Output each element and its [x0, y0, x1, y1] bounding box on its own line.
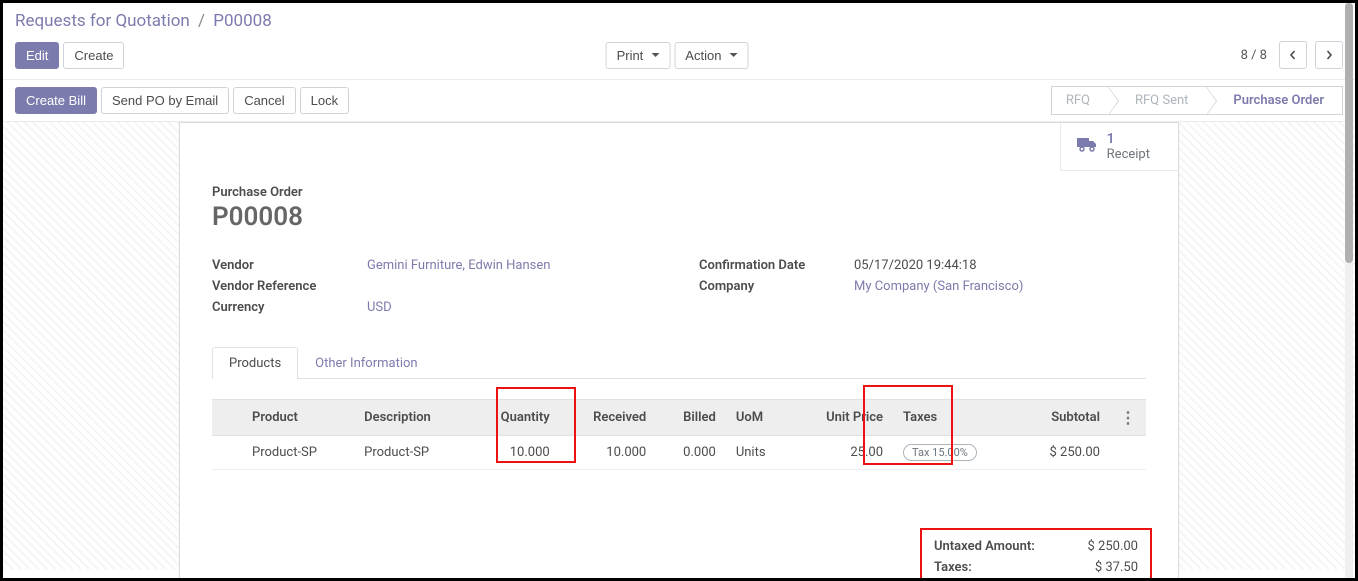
highlight-totals: [920, 528, 1152, 581]
cell-uom: Units: [726, 436, 792, 470]
cell-description: Product-SP: [354, 436, 468, 470]
po-type-label: Purchase Order: [212, 185, 1146, 200]
currency-label: Currency: [212, 300, 367, 315]
vendor-ref-label: Vendor Reference: [212, 279, 367, 294]
status-step-rfq-sent[interactable]: RFQ Sent: [1109, 86, 1207, 115]
caret-down-icon: [651, 53, 659, 57]
vendor-label: Vendor: [212, 258, 367, 273]
th-quantity[interactable]: Quantity: [469, 400, 560, 436]
currency-link[interactable]: USD: [367, 300, 392, 315]
th-subtotal[interactable]: Subtotal: [1017, 400, 1110, 436]
tax-pill: Tax 15.00%: [903, 444, 977, 461]
cell-product: Product-SP: [242, 436, 354, 470]
table-row[interactable]: Product-SP Product-SP 10.000 10.000 0.00…: [212, 436, 1146, 470]
send-po-button[interactable]: Send PO by Email: [101, 87, 229, 114]
receipt-stat-button[interactable]: 1 Receipt: [1060, 123, 1178, 171]
th-taxes[interactable]: Taxes: [893, 400, 1017, 436]
tabs: Products Other Information: [212, 347, 1146, 379]
pager: 8 / 8: [1241, 48, 1267, 63]
po-name: P00008: [212, 202, 1146, 232]
scrollbar-thumb[interactable]: [1345, 3, 1353, 263]
caret-down-icon: [729, 53, 737, 57]
receipt-label: Receipt: [1107, 147, 1150, 162]
cell-received: 10.000: [560, 436, 657, 470]
cell-taxes: Tax 15.00%: [893, 436, 1017, 470]
totals: Untaxed Amount: $ 250.00 Taxes: $ 37.50: [212, 530, 1146, 581]
cell-quantity: 10.000: [469, 436, 560, 470]
form-sheet: 1 Receipt Purchase Order P00008 Vendor G…: [179, 122, 1179, 581]
th-uom[interactable]: UoM: [726, 400, 792, 436]
create-bill-button[interactable]: Create Bill: [15, 87, 97, 114]
company-link[interactable]: My Company (San Francisco): [854, 279, 1023, 294]
edit-button[interactable]: Edit: [15, 42, 59, 69]
tab-other-information[interactable]: Other Information: [298, 347, 434, 379]
th-received[interactable]: Received: [560, 400, 657, 436]
print-dropdown[interactable]: Print: [606, 42, 671, 69]
toolbar: Edit Create Print Action 8 / 8: [3, 35, 1355, 80]
action-dropdown[interactable]: Action: [674, 42, 748, 69]
truck-icon: [1077, 136, 1097, 157]
content-area: 1 Receipt Purchase Order P00008 Vendor G…: [3, 122, 1355, 569]
cell-unit-price: 25.00: [791, 436, 893, 470]
cancel-button[interactable]: Cancel: [233, 87, 295, 114]
breadcrumb: Requests for Quotation / P00008: [3, 3, 1355, 35]
th-description[interactable]: Description: [354, 400, 468, 436]
receipt-count: 1: [1107, 131, 1150, 147]
status-step-rfq[interactable]: RFQ: [1051, 86, 1109, 115]
th-unit-price[interactable]: Unit Price: [791, 400, 893, 436]
scrollbar-track[interactable]: [1345, 3, 1353, 578]
pager-next-button[interactable]: [1315, 41, 1343, 69]
vendor-link[interactable]: Gemini Furniture, Edwin Hansen: [367, 258, 550, 273]
vendor-ref-value: [367, 279, 659, 294]
lock-button[interactable]: Lock: [300, 87, 349, 114]
create-button[interactable]: Create: [63, 42, 124, 69]
cell-billed: 0.000: [656, 436, 726, 470]
th-billed[interactable]: Billed: [656, 400, 726, 436]
company-label: Company: [699, 279, 854, 294]
breadcrumb-parent[interactable]: Requests for Quotation: [15, 11, 190, 31]
table-header-row: Product Description Quantity Received Bi…: [212, 400, 1146, 436]
breadcrumb-separator: /: [198, 11, 205, 31]
chevron-right-icon: [1324, 50, 1334, 60]
th-product[interactable]: Product: [242, 400, 354, 436]
order-lines-table: Product Description Quantity Received Bi…: [212, 399, 1146, 470]
conf-date-label: Confirmation Date: [699, 258, 854, 273]
tab-products[interactable]: Products: [212, 347, 298, 379]
status-step-purchase-order[interactable]: Purchase Order: [1207, 86, 1343, 115]
statusbar-row: Create Bill Send PO by Email Cancel Lock…: [3, 80, 1355, 122]
conf-date-value: 05/17/2020 19:44:18: [854, 258, 1146, 273]
breadcrumb-current: P00008: [213, 11, 272, 31]
chevron-left-icon: [1288, 50, 1298, 60]
kebab-icon[interactable]: ⋮: [1120, 408, 1136, 427]
pager-prev-button[interactable]: [1279, 41, 1307, 69]
cell-subtotal: $ 250.00: [1017, 436, 1110, 470]
